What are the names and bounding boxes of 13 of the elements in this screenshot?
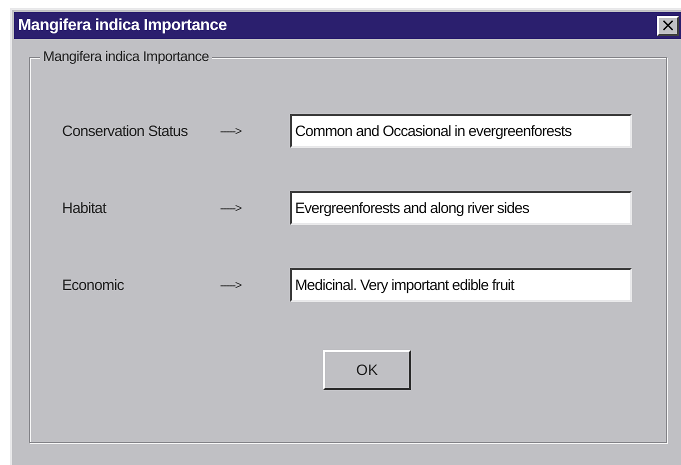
- arrow-text: ----->: [220, 124, 242, 138]
- field-label: Conservation Status: [62, 122, 189, 140]
- close-button[interactable]: ×: [657, 16, 679, 36]
- group-title: Mangifera indica Importance: [40, 48, 212, 64]
- ok-button[interactable]: OK: [323, 350, 411, 390]
- input-field[interactable]: Medicinal. Very important edible fruit: [290, 268, 632, 302]
- field-label: Habitat: [62, 200, 108, 216]
- arrow-text: ----->: [220, 201, 242, 215]
- arrow-text: ----->: [220, 278, 242, 292]
- input-field[interactable]: Evergreenforests and along river sides: [290, 191, 632, 225]
- window-title: Mangifera indica Importance: [18, 16, 227, 34]
- field-label: Economic: [62, 276, 125, 294]
- input-field[interactable]: Common and Occasional in evergreenforests: [290, 114, 632, 148]
